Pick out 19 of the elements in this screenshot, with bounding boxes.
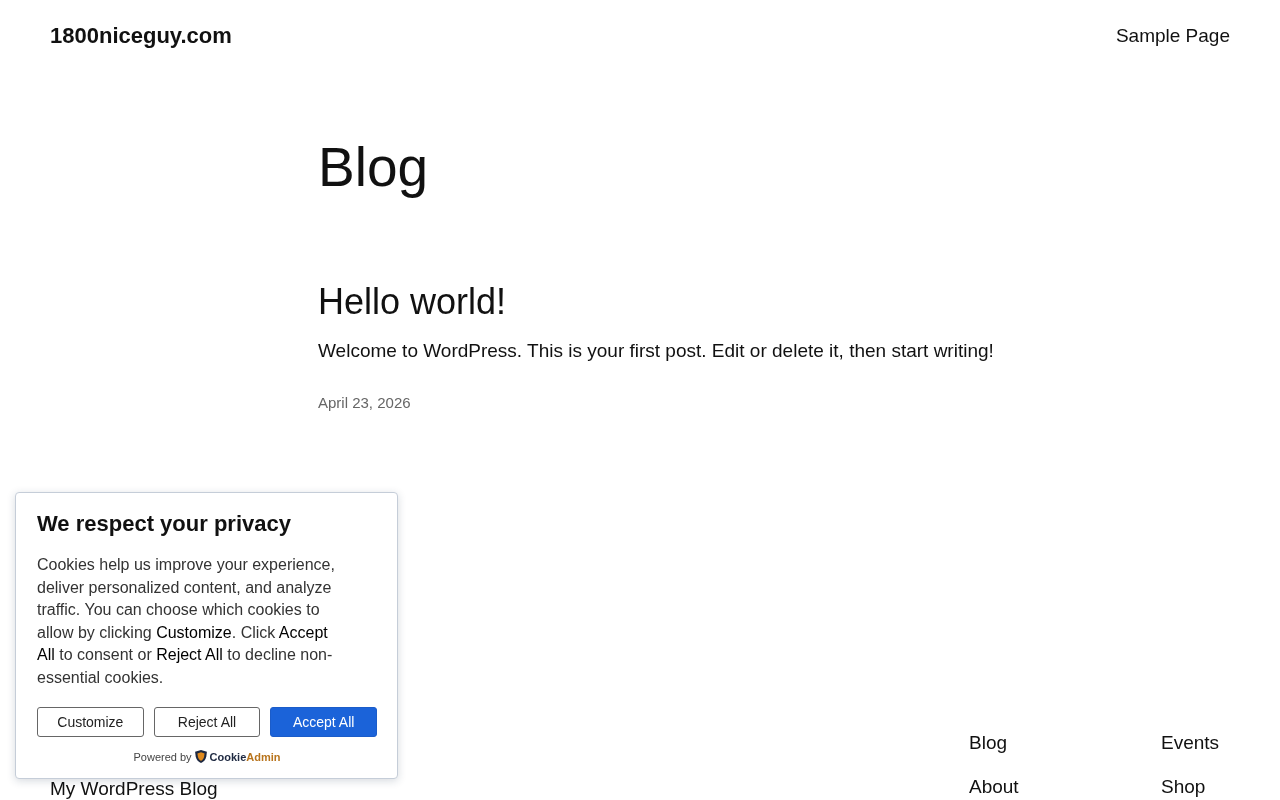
cookie-button[interactable]: Reject All xyxy=(153,707,261,737)
footer-nav-link[interactable]: About xyxy=(969,775,1019,799)
post-title-link[interactable]: Hello world! xyxy=(318,280,507,323)
nav-link[interactable]: Sample Page xyxy=(1115,25,1230,46)
powered-by-text: Powered by xyxy=(133,750,192,763)
footer-site-name[interactable]: My WordPress Blog xyxy=(50,779,218,799)
cookie-description: Cookies help us improve your experience, deliver personalized content, and analyze traffic. You can choose which cookies to allow by clicking Customize. Click Accept All to consent or Reject All to decline non-essential cookies. xyxy=(37,555,336,688)
site-title[interactable]: 1800niceguy.com xyxy=(50,23,232,49)
shield-icon xyxy=(194,750,207,763)
brand-name[interactable]: CookieAdmin xyxy=(209,750,281,763)
cookie-title: We respect your privacy xyxy=(37,510,292,538)
footer-nav-link[interactable]: Shop xyxy=(1161,775,1206,799)
cookie-button[interactable]: Accept All xyxy=(270,707,377,737)
footer-nav-link[interactable]: Blog xyxy=(969,731,1008,755)
cookie-button[interactable]: Customize xyxy=(37,707,144,737)
post-excerpt: Welcome to WordPress. This is your first post. Edit or delete it, then start writing! xyxy=(318,339,994,363)
footer-nav-link[interactable]: Events xyxy=(1161,731,1220,755)
page-title: Blog xyxy=(318,135,429,200)
post-date: April 23, 2026 xyxy=(318,394,411,412)
